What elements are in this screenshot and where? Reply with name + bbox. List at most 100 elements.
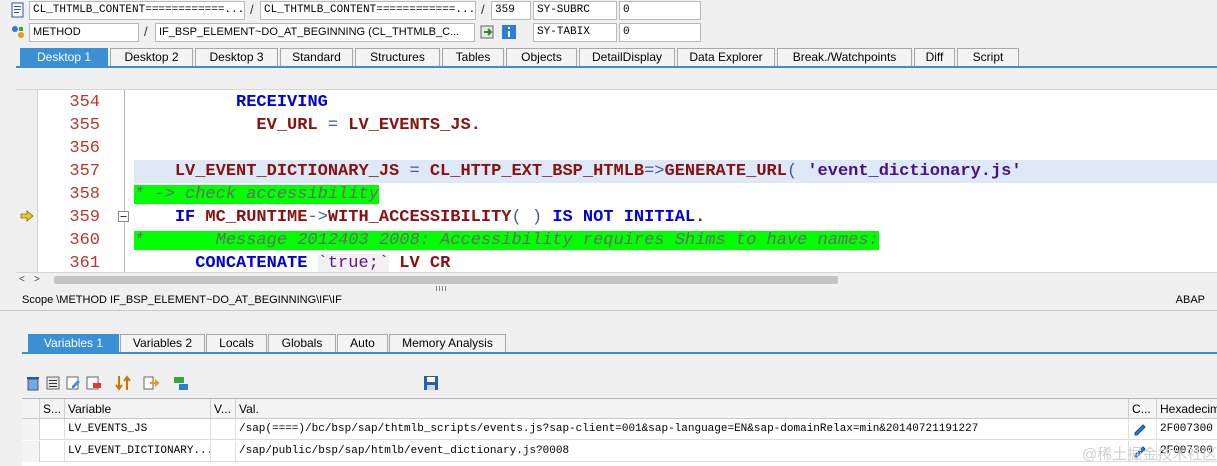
code-token: LV CR: [399, 254, 451, 272]
code-token: ->: [307, 208, 328, 227]
tab-desktop-12[interactable]: Script: [957, 48, 1019, 66]
table-row[interactable]: LV_EVENT_DICTIONARY... /sap/public/bsp/sa…: [22, 441, 1217, 462]
column-header[interactable]: S...: [40, 399, 65, 419]
navigate-icon[interactable]: [480, 24, 496, 40]
tab-desktop-5[interactable]: Structures: [355, 48, 440, 66]
main-program-field[interactable]: CL_THTMLB_CONTENT============...: [29, 1, 245, 20]
tab-desktop-3[interactable]: Desktop 3: [195, 48, 278, 66]
line-number: 355: [69, 116, 100, 135]
code-text: LV_EVENT_DICTIONARY_JS = CL_HTTP_EXT_BSP…: [134, 160, 1022, 183]
variable-cell[interactable]: LV_EVENTS_JS: [65, 419, 211, 440]
tab-underline: [22, 352, 1217, 354]
tab-desktop-1[interactable]: Desktop 1: [20, 48, 108, 66]
sort-icon[interactable]: [114, 374, 132, 392]
tab-variables-3[interactable]: Locals: [206, 334, 267, 352]
code-line[interactable]: 356: [16, 137, 1217, 160]
sy-tabix-value[interactable]: 0: [619, 23, 701, 42]
code-line[interactable]: 360 * Message 2012403 2008: Accessibility…: [16, 229, 1217, 252]
scroll-left-icon[interactable]: <: [19, 273, 25, 287]
code-editor[interactable]: 354 RECEIVING 355 EV_URL = LV_EVENTS_JS. 3…: [16, 89, 1217, 272]
row-selector-header[interactable]: [22, 399, 40, 419]
separator: /: [144, 24, 148, 39]
save-icon[interactable]: [422, 374, 440, 392]
code-text: IF MC_RUNTIME->WITH_ACCESSIBILITY( ) IS …: [134, 206, 706, 229]
horizontal-scrollbar[interactable]: < >: [16, 272, 1217, 286]
tab-desktop-2[interactable]: Desktop 2: [110, 48, 193, 66]
tab-desktop-10[interactable]: Break./Watchpoints: [777, 48, 912, 66]
include-field[interactable]: CL_THTMLB_CONTENT============...: [260, 1, 476, 20]
delete-icon[interactable]: [24, 374, 42, 392]
value-cell[interactable]: /sap(====)/bc/bsp/sap/thtmlb_scripts/eve…: [236, 419, 1129, 440]
line-number: 356: [69, 139, 100, 158]
code-text: EV_URL = LV_EVENTS_JS.: [134, 114, 481, 137]
code-token: IF: [174, 208, 196, 227]
line-number-field[interactable]: 359: [491, 1, 531, 20]
current-line-arrow-icon: [20, 210, 34, 222]
line-number: 359: [69, 208, 100, 227]
code-text: * Message 2012403 2008: Accessibility re…: [134, 229, 879, 252]
value-cell[interactable]: /sap/public/bsp/sap/htmlb/event_dictiona…: [236, 441, 1129, 462]
variable-tree-icon[interactable]: [172, 374, 190, 392]
code-token: * -> check accessibility: [134, 185, 379, 204]
hex-cell: 2F007300: [1160, 423, 1213, 435]
variable-cell[interactable]: LV_EVENT_DICTIONARY...: [65, 441, 211, 462]
code-line[interactable]: 361 CONCATENATE `true;` LV CR: [16, 252, 1217, 272]
code-token: =>: [644, 162, 665, 181]
code-token: `true;`: [317, 254, 390, 272]
code-line[interactable]: 359 IF MC_RUNTIME->WITH_ACCESSIBILITY( )…: [16, 206, 1217, 229]
tab-desktop-11[interactable]: Diff: [914, 48, 955, 66]
scroll-right-icon[interactable]: >: [34, 273, 40, 287]
tab-variables-1[interactable]: Variables 1: [28, 334, 119, 352]
remove-row-icon[interactable]: [84, 374, 102, 392]
tab-desktop-9[interactable]: Data Explorer: [677, 48, 775, 66]
code-token: .: [695, 208, 706, 227]
code-token: RECEIVING: [236, 93, 328, 112]
scope-text: Scope \METHOD IF_BSP_ELEMENT~DO_AT_BEGIN…: [22, 294, 342, 306]
code-token: LV_EVENT_DICTIONARY_JS: [174, 162, 400, 181]
code-token: =: [317, 116, 349, 135]
delete-all-icon[interactable]: [44, 374, 62, 392]
method-name-field[interactable]: IF_BSP_ELEMENT~DO_AT_BEGINNING (CL_THTML…: [155, 23, 475, 42]
tab-variables-6[interactable]: Memory Analysis: [389, 334, 506, 352]
info-icon[interactable]: [501, 24, 517, 40]
code-token: .: [470, 116, 481, 135]
tab-variables-5[interactable]: Auto: [337, 334, 388, 352]
edit-icon[interactable]: [64, 374, 82, 392]
column-header[interactable]: Variable: [65, 399, 211, 419]
tab-variables-4[interactable]: Globals: [268, 334, 336, 352]
tab-desktop-6[interactable]: Tables: [442, 48, 504, 66]
collapse-icon[interactable]: [118, 211, 129, 222]
export-icon[interactable]: [142, 374, 160, 392]
code-line[interactable]: 355 EV_URL = LV_EVENTS_JS.: [16, 114, 1217, 137]
status-cell: [40, 441, 65, 462]
tab-desktop-8[interactable]: DetailDisplay: [579, 48, 675, 66]
column-header[interactable]: C...: [1129, 399, 1157, 419]
tab-desktop-4[interactable]: Standard: [280, 48, 353, 66]
column-header[interactable]: V...: [211, 399, 236, 419]
change-cell[interactable]: [1129, 419, 1157, 440]
sy-subrc-value[interactable]: 0: [619, 1, 701, 20]
column-header[interactable]: Hexadecim: [1157, 399, 1217, 419]
status-cell: [40, 419, 65, 440]
row-selector[interactable]: [22, 419, 40, 440]
row-selector[interactable]: [22, 441, 40, 462]
tab-desktop-7[interactable]: Objects: [506, 48, 577, 66]
code-token: CL_HTTP_EXT_BSP_HTMLB: [429, 162, 645, 181]
code-token: WITH_ACCESSIBILITY: [327, 208, 512, 227]
table-row[interactable]: LV_EVENTS_JS/sap(====)/bc/bsp/sap/thtmlb…: [22, 419, 1217, 440]
code-line[interactable]: 358 * -> check accessibility: [16, 183, 1217, 206]
pencil-icon[interactable]: [1132, 421, 1148, 437]
code-line[interactable]: 357 LV_EVENT_DICTIONARY_JS = CL_HTTP_EXT…: [16, 160, 1217, 183]
tab-variables-2[interactable]: Variables 2: [120, 334, 205, 352]
column-header[interactable]: Val.: [236, 399, 1129, 419]
sy-field-name: SY-SUBRC: [533, 1, 617, 20]
code-token: CONCATENATE: [195, 254, 308, 272]
scroll-thumb[interactable]: [54, 276, 838, 284]
code-line[interactable]: 354 RECEIVING: [16, 91, 1217, 114]
code-token: =: [399, 162, 430, 181]
